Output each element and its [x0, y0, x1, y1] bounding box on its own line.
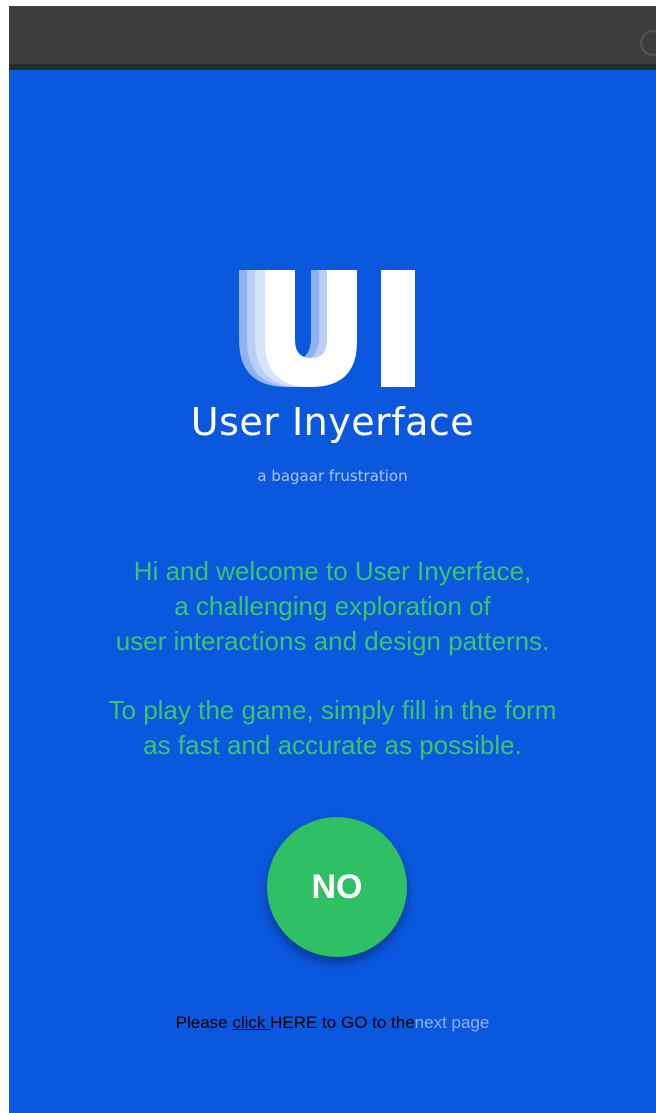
top-bar: [9, 6, 656, 65]
welcome-line: user interactions and design patterns.: [115, 626, 550, 656]
instructions-text: To play the game, simply fill in the for…: [9, 693, 656, 763]
next-page-text: next page: [414, 1013, 490, 1032]
click-link[interactable]: click: [232, 1013, 270, 1032]
instructions-line: To play the game, simply fill in the for…: [108, 695, 557, 725]
app-tagline: a bagaar frustration: [257, 467, 408, 485]
welcome-line: Hi and welcome to User Inyerface,: [133, 556, 532, 586]
instructions-line: as fast and accurate as possible.: [143, 730, 522, 760]
page-frame: User Inyerface a bagaar frustration Hi a…: [0, 0, 656, 1113]
welcome-line: a challenging exploration of: [174, 591, 491, 621]
app-title: User Inyerface: [190, 400, 475, 444]
close-circle-icon[interactable]: [640, 30, 656, 56]
main-content: User Inyerface a bagaar frustration Hi a…: [9, 70, 656, 1113]
footer-middle: HERE to GO to the: [270, 1013, 415, 1032]
left-edge: [0, 0, 9, 1113]
footer-instruction: Please click HERE to GO to thenext page: [9, 1013, 656, 1033]
no-button[interactable]: NO: [267, 817, 407, 957]
welcome-text: Hi and welcome to User Inyerface, a chal…: [9, 554, 656, 659]
ui-logo-icon: [239, 270, 415, 387]
footer-please: Please: [175, 1013, 233, 1032]
